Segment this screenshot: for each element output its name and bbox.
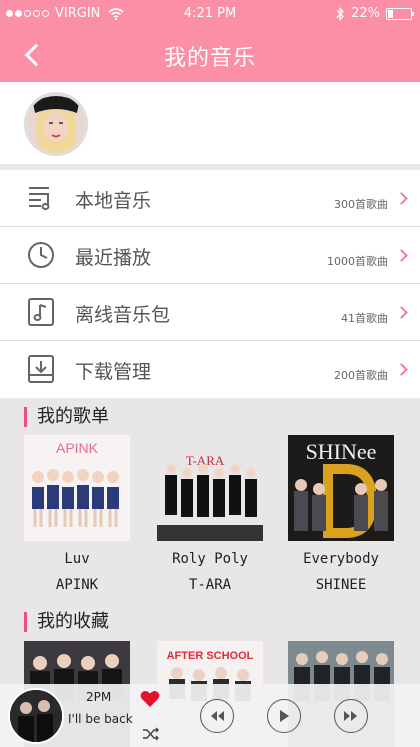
menu-item-download[interactable]: 下载管理 200首歌曲 [0, 341, 420, 398]
menu-item-count: 200首歌曲 [334, 369, 388, 382]
battery-percent: 22% [351, 6, 380, 21]
player-song: I'll be back [68, 712, 133, 726]
avatar[interactable] [24, 92, 88, 156]
fast-forward-icon [344, 711, 357, 721]
play-icon [280, 710, 289, 722]
playlist-icon [29, 187, 50, 210]
next-button[interactable] [334, 699, 368, 733]
menu-item-count: 1000首歌曲 [327, 255, 388, 268]
clock-icon [28, 242, 54, 268]
menu-item-label: 离线音乐包 [75, 304, 171, 326]
battery-info: 22% [335, 6, 414, 21]
download-icon [28, 355, 54, 383]
svg-text:SHINee: SHINee [306, 439, 377, 464]
mini-player[interactable]: 2PM I'll be back [0, 684, 420, 747]
album-cover: T-ARA [157, 435, 263, 541]
shuffle-icon[interactable] [142, 726, 160, 742]
music-note-icon [28, 298, 54, 326]
chevron-right-icon [395, 363, 408, 376]
chevron-right-icon [395, 192, 408, 205]
playlist-title: Roly Poly [172, 551, 248, 567]
menu-item-local-music[interactable]: 本地音乐 300首歌曲 [0, 170, 420, 227]
playlist-card[interactable]: SHINee Everybody SHINEE [288, 435, 394, 593]
playlist-card[interactable]: T-ARA Roly Poly T-ARA [157, 435, 263, 593]
svg-text:APINK: APINK [56, 440, 99, 456]
menu-item-count: 41首歌曲 [341, 312, 388, 325]
playlist-artist: SHINEE [315, 577, 367, 593]
section-title-playlists: 我的歌单 [24, 407, 109, 427]
album-cover: SHINee [288, 435, 394, 541]
menu-item-count: 300首歌曲 [334, 198, 388, 211]
cover-text: AFTER SCHOOL [167, 650, 254, 662]
avatar-image [27, 95, 85, 153]
playlist-title: Everybody [303, 551, 379, 567]
heart-icon[interactable] [140, 690, 160, 708]
playlist-title: Luv [64, 551, 90, 567]
menu-item-offline[interactable]: 离线音乐包 41首歌曲 [0, 284, 420, 341]
rewind-icon [211, 711, 224, 721]
playlist-artist: T-ARA [188, 577, 232, 593]
previous-button[interactable] [200, 699, 234, 733]
menu-item-recent[interactable]: 最近播放 1000首歌曲 [0, 227, 420, 284]
bluetooth-icon [336, 6, 345, 21]
play-button[interactable] [267, 699, 301, 733]
player-album-art[interactable] [8, 688, 64, 744]
chevron-right-icon [395, 306, 408, 319]
page-title: 我的音乐 [163, 46, 256, 71]
menu-item-label: 下载管理 [75, 361, 152, 383]
chevron-right-icon [395, 249, 408, 262]
menu-item-label: 最近播放 [75, 247, 152, 269]
battery-icon [386, 7, 414, 20]
section-title-favorites: 我的收藏 [24, 612, 109, 632]
playlist-card[interactable]: APINK Luv APINK [24, 435, 130, 593]
menu-item-label: 本地音乐 [75, 190, 152, 212]
top-bar: VIRGIN 4:21 PM 22% 我的音乐 [0, 0, 420, 82]
status-bar: VIRGIN 4:21 PM 22% [0, 0, 420, 28]
nav-bar: 我的音乐 [0, 28, 420, 82]
album-cover: APINK [24, 435, 130, 541]
player-artist: 2PM [86, 690, 112, 704]
playlist-artist: APINK [55, 577, 99, 593]
profile-section [0, 82, 420, 164]
menu-list: 本地音乐 300首歌曲 最近播放 1000首歌曲 离线音乐包 41首歌曲 下载管… [0, 170, 420, 398]
